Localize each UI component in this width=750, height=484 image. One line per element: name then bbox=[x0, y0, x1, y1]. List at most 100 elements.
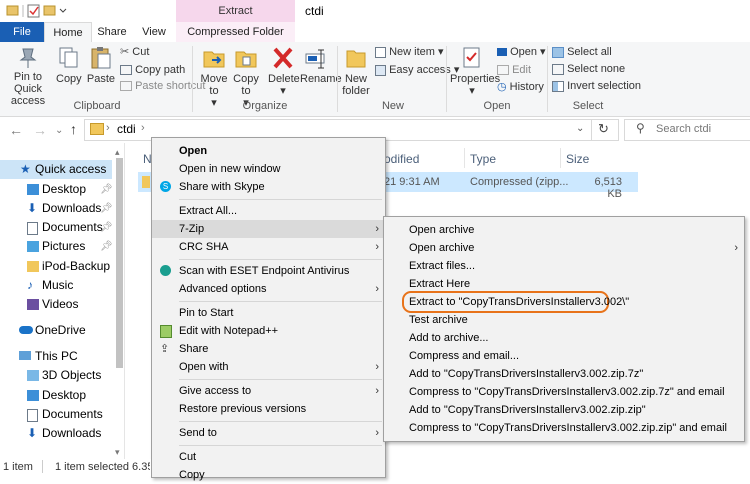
nav-documents[interactable]: Documents 📌︎ bbox=[0, 218, 124, 237]
move-to-button[interactable]: Move to ▾ bbox=[199, 46, 229, 109]
menu-open[interactable]: Open bbox=[152, 142, 385, 160]
submenu-add-to-zip[interactable]: Add to "CopyTransDriversInstallerv3.002.… bbox=[384, 401, 744, 419]
tab-home[interactable]: Home bbox=[44, 22, 92, 43]
open-group-label: Open bbox=[483, 100, 511, 112]
menu-share[interactable]: ⇪ Share bbox=[152, 340, 385, 358]
submenu-item-label: Add to "CopyTransDriversInstallerv3.002.… bbox=[409, 404, 646, 416]
document-icon bbox=[27, 222, 38, 235]
back-arrow-icon[interactable]: ← bbox=[9, 122, 23, 138]
menu-share-skype[interactable]: S Share with Skype bbox=[152, 178, 385, 196]
menu-pin-to-start[interactable]: Pin to Start bbox=[152, 304, 385, 322]
nav-label: Desktop bbox=[42, 182, 87, 196]
submenu-item-label: Test archive bbox=[409, 314, 468, 326]
copy-to-folder-icon bbox=[235, 51, 257, 68]
menu-give-access[interactable]: Give access to › bbox=[152, 382, 385, 400]
tab-file[interactable]: File bbox=[0, 22, 44, 42]
nav-music[interactable]: ♪ Music bbox=[0, 276, 124, 295]
history-clock-icon: ◷ bbox=[497, 81, 507, 93]
submenu-arrow-icon: › bbox=[375, 361, 379, 373]
submenu-compress-email[interactable]: Compress and email... bbox=[384, 347, 744, 365]
menu-cut[interactable]: Cut bbox=[152, 448, 385, 466]
submenu-add-to-7z[interactable]: Add to "CopyTransDriversInstallerv3.002.… bbox=[384, 365, 744, 383]
menu-advanced-options[interactable]: Advanced options › bbox=[152, 280, 385, 298]
quick-access-toolbar[interactable] bbox=[6, 4, 68, 18]
copy-to-button[interactable]: Copy to ▾ bbox=[231, 46, 261, 109]
column-header-size[interactable]: Size bbox=[566, 152, 589, 166]
menu-give-access-label: Give access to bbox=[179, 385, 252, 397]
submenu-extract-to-folder[interactable]: Extract to "CopyTransDriversInstallerv3.… bbox=[384, 291, 744, 313]
menu-7zip-label: 7-Zip bbox=[179, 223, 205, 235]
nav-onedrive[interactable]: OneDrive bbox=[0, 321, 124, 340]
nav-downloads-pc[interactable]: ⬇ Downloads bbox=[0, 424, 124, 443]
submenu-add-to-archive[interactable]: Add to archive... bbox=[384, 329, 744, 347]
properties-button[interactable]: Properties ▾ bbox=[450, 46, 500, 98]
up-arrow-icon[interactable]: ↑ bbox=[70, 121, 77, 137]
nav-this-pc[interactable]: This PC bbox=[0, 347, 124, 366]
nav-quick-access[interactable]: ★ Quick access bbox=[0, 160, 112, 179]
select-all-button[interactable]: Select all bbox=[552, 46, 612, 58]
submenu-extract-files[interactable]: Extract files... bbox=[384, 257, 744, 275]
nav-scroll-down-icon[interactable]: ▾ bbox=[115, 447, 120, 458]
tab-share[interactable]: Share bbox=[92, 22, 132, 42]
copy-button[interactable]: Copy bbox=[56, 46, 82, 86]
breadcrumb-ctdi[interactable]: ctdi bbox=[117, 122, 136, 136]
submenu-compress-zip-email[interactable]: Compress to "CopyTransDriversInstallerv3… bbox=[384, 419, 744, 437]
delete-button[interactable]: Delete ▾ bbox=[268, 46, 300, 98]
title-bar bbox=[0, 0, 750, 22]
properties-dropdown-icon: ▾ bbox=[469, 85, 475, 97]
column-header-modified[interactable]: odified bbox=[384, 152, 419, 166]
submenu-item-label: Compress and email... bbox=[409, 350, 520, 362]
folder-icon bbox=[27, 261, 39, 272]
copy-path-button[interactable]: Copy path bbox=[120, 64, 185, 76]
cut-button[interactable]: ✂ Cut bbox=[120, 46, 149, 58]
file-size: 6,513 KB bbox=[594, 176, 622, 200]
menu-restore-versions[interactable]: Restore previous versions bbox=[152, 400, 385, 418]
pin-to-quick-access-button[interactable]: Pin to Quick access bbox=[2, 46, 54, 107]
submenu-compress-7z-email[interactable]: Compress to "CopyTransDriversInstallerv3… bbox=[384, 383, 744, 401]
nav-3d-objects[interactable]: 3D Objects bbox=[0, 366, 124, 385]
menu-open-with[interactable]: Open with › bbox=[152, 358, 385, 376]
menu-send-to[interactable]: Send to › bbox=[152, 424, 385, 442]
recent-locations-chevron-icon[interactable]: ⌄ bbox=[55, 125, 63, 136]
select-none-button[interactable]: Select none bbox=[552, 63, 625, 75]
videos-icon bbox=[27, 299, 39, 310]
nav-scroll-up-icon[interactable]: ▴ bbox=[115, 147, 120, 158]
submenu-test-archive[interactable]: Test archive bbox=[384, 311, 744, 329]
tab-compressed-folder-tools[interactable]: Compressed Folder Tools bbox=[176, 22, 295, 58]
menu-7zip[interactable]: 7-Zip › bbox=[152, 220, 385, 238]
menu-copy[interactable]: Copy bbox=[152, 466, 385, 484]
menu-extract-all[interactable]: Extract All... bbox=[152, 202, 385, 220]
submenu-item-label: Add to "CopyTransDriversInstallerv3.002.… bbox=[409, 368, 644, 380]
column-divider bbox=[464, 148, 465, 168]
menu-open-new-window[interactable]: Open in new window bbox=[152, 160, 385, 178]
forward-arrow-icon[interactable]: → bbox=[33, 122, 47, 138]
edit-button[interactable]: Edit bbox=[497, 64, 531, 76]
nav-downloads[interactable]: ⬇ Downloads 📌︎ bbox=[0, 199, 124, 218]
nav-desktop-pc[interactable]: Desktop bbox=[0, 386, 124, 405]
nav-ipod-backup[interactable]: iPod-Backup bbox=[0, 257, 124, 276]
menu-edit-notepad[interactable]: Edit with Notepad++ bbox=[152, 322, 385, 340]
invert-selection-button[interactable]: Invert selection bbox=[552, 80, 641, 92]
submenu-open-archive-more[interactable]: Open archive › bbox=[384, 239, 744, 257]
cloud-icon bbox=[19, 326, 33, 334]
download-arrow-icon: ⬇ bbox=[27, 426, 38, 440]
rename-button[interactable]: Rename bbox=[300, 46, 342, 86]
nav-pane-divider bbox=[124, 143, 125, 459]
menu-eset-scan[interactable]: Scan with ESET Endpoint Antivirus bbox=[152, 262, 385, 280]
paste-button[interactable]: Paste bbox=[86, 46, 116, 86]
history-button[interactable]: ◷ History bbox=[497, 81, 544, 93]
menu-separator bbox=[179, 301, 382, 302]
nav-desktop[interactable]: Desktop 📌︎ bbox=[0, 180, 124, 199]
search-placeholder: Search ctdi bbox=[656, 123, 712, 135]
menu-crc-sha[interactable]: CRC SHA › bbox=[152, 238, 385, 256]
nav-videos[interactable]: Videos bbox=[0, 295, 124, 314]
address-dropdown-icon[interactable]: ⌄ bbox=[576, 123, 584, 134]
column-header-type[interactable]: Type bbox=[470, 152, 496, 166]
tab-view[interactable]: View bbox=[134, 22, 174, 42]
submenu-open-archive[interactable]: Open archive bbox=[384, 221, 744, 239]
new-folder-button[interactable]: New folder bbox=[341, 46, 371, 98]
new-item-button[interactable]: New item ▾ bbox=[375, 46, 444, 58]
nav-pictures[interactable]: Pictures 📌︎ bbox=[0, 237, 124, 256]
nav-documents-pc[interactable]: Documents bbox=[0, 405, 124, 424]
open-button[interactable]: Open ▾ bbox=[497, 46, 546, 58]
